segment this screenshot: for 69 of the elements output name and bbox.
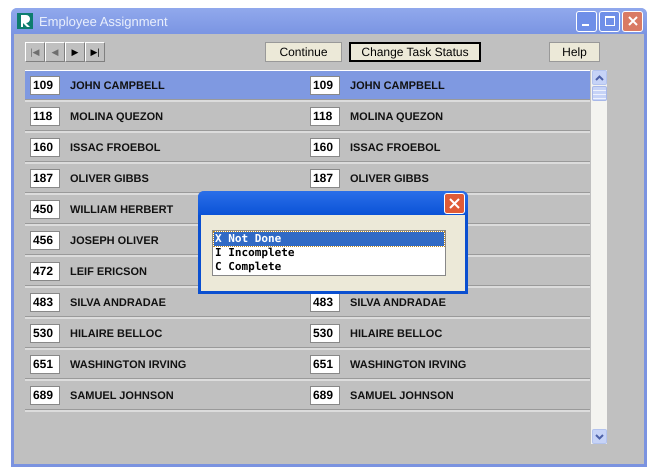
id-field[interactable]: 160 <box>30 138 60 157</box>
list-row[interactable]: 530 HILAIRE BELLOC 530 HILAIRE BELLOC <box>25 319 590 350</box>
id-field[interactable]: 651 <box>310 355 340 374</box>
minimize-icon <box>582 24 588 26</box>
employee-name: SAMUEL JOHNSON <box>350 390 454 402</box>
minimize-button[interactable] <box>576 10 597 32</box>
id-field[interactable]: 483 <box>310 293 340 312</box>
employee-name: SILVA ANDRADAE <box>70 296 166 308</box>
employee-name: MOLINA QUEZON <box>350 110 444 122</box>
close-button[interactable] <box>622 10 643 32</box>
maximize-icon <box>604 16 614 26</box>
status-option[interactable]: C Complete <box>214 260 444 274</box>
id-field[interactable]: 689 <box>310 386 340 405</box>
employee-name: OLIVER GIBBS <box>350 172 429 184</box>
id-field[interactable]: 118 <box>310 107 340 126</box>
list-row[interactable]: 689 SAMUEL JOHNSON 689 SAMUEL JOHNSON <box>25 381 590 412</box>
list-row[interactable]: 109 JOHN CAMPBELL 109 JOHN CAMPBELL <box>25 71 590 102</box>
list-row[interactable]: 118 MOLINA QUEZON 118 MOLINA QUEZON <box>25 102 590 133</box>
employee-name: WASHINGTON IRVING <box>350 358 466 370</box>
employee-name: ISSAC FROEBOL <box>350 142 440 154</box>
employee-name: SAMUEL JOHNSON <box>70 390 174 402</box>
status-option[interactable]: I Incomplete <box>214 246 444 260</box>
id-field[interactable]: 651 <box>30 355 60 374</box>
employee-name: MOLINA QUEZON <box>70 110 164 122</box>
id-field[interactable]: 450 <box>30 200 60 219</box>
id-field[interactable]: 456 <box>30 231 60 250</box>
close-icon <box>449 198 460 208</box>
scrollbar[interactable] <box>591 70 607 444</box>
employee-name: WILLIAM HERBERT <box>70 204 174 216</box>
employee-name: LEIF ERICSON <box>70 266 148 278</box>
id-field[interactable]: 483 <box>30 293 60 312</box>
employee-name: JOHN CAMPBELL <box>70 80 165 92</box>
id-field[interactable]: 118 <box>30 107 60 126</box>
id-field[interactable]: 689 <box>30 386 60 405</box>
id-field[interactable]: 472 <box>30 262 60 281</box>
id-field[interactable]: 109 <box>30 76 60 95</box>
id-field[interactable]: 187 <box>310 169 340 188</box>
employee-name: OLIVER GIBBS <box>70 172 149 184</box>
window-title: Employee Assignment <box>39 14 169 28</box>
list-row[interactable]: 160 ISSAC FROEBOL 160 ISSAC FROEBOL <box>25 133 590 164</box>
close-icon <box>628 16 638 26</box>
employee-name: WASHINGTON IRVING <box>70 358 186 370</box>
id-field[interactable]: 160 <box>310 138 340 157</box>
nav-button[interactable]: ▶ <box>65 42 85 62</box>
employee-name: SILVA ANDRADAE <box>350 296 446 308</box>
employee-name: JOHN CAMPBELL <box>350 80 445 92</box>
toolbar-button[interactable]: Continue <box>265 42 342 62</box>
employee-name: HILAIRE BELLOC <box>350 328 442 340</box>
close-button[interactable] <box>444 192 465 214</box>
chevron-up-icon <box>594 74 604 80</box>
employee-name: JOSEPH OLIVER <box>70 234 159 246</box>
id-field[interactable]: 530 <box>30 324 60 343</box>
id-field[interactable]: 530 <box>310 324 340 343</box>
scroll-down-button[interactable] <box>592 429 606 444</box>
list-row[interactable]: 651 WASHINGTON IRVING 651 WASHINGTON IRVING <box>25 350 590 381</box>
employee-name: HILAIRE BELLOC <box>70 328 162 340</box>
status-option[interactable]: X Not Done <box>214 232 444 246</box>
toolbar-button[interactable]: Help <box>549 42 600 62</box>
scroll-thumb[interactable] <box>592 86 606 101</box>
nav-button[interactable]: ▶| <box>85 42 105 62</box>
app-logo-icon <box>17 13 33 29</box>
employee-name: ISSAC FROEBOL <box>70 142 160 154</box>
status-listbox[interactable]: X Not Done I Incomplete C Complete <box>212 230 446 276</box>
toolbar-button[interactable]: Change Task Status <box>349 42 481 62</box>
maximize-button[interactable] <box>599 10 620 32</box>
id-field[interactable]: 109 <box>310 76 340 95</box>
scroll-up-button[interactable] <box>592 70 606 85</box>
chevron-down-icon <box>594 434 604 440</box>
id-field[interactable]: 187 <box>30 169 60 188</box>
